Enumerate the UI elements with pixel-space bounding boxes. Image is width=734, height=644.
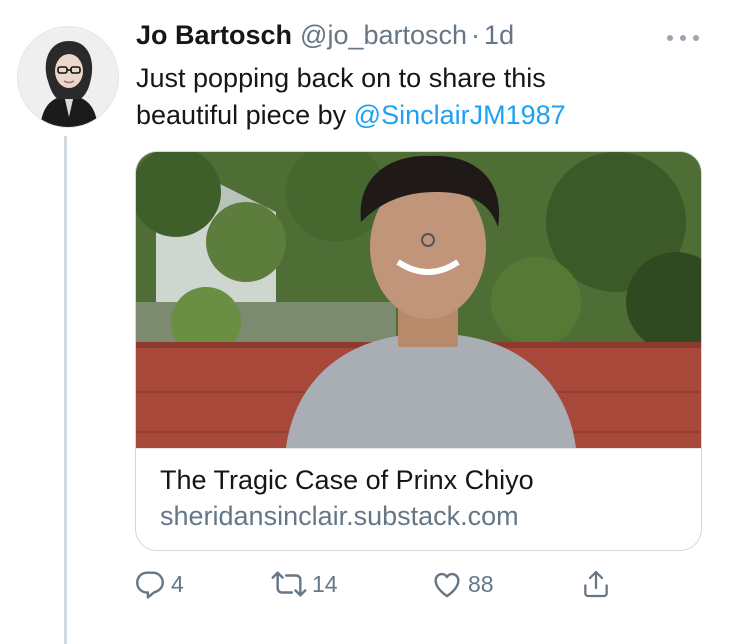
tweet-header: Jo Bartosch @jo_bartosch · 1d — [136, 20, 514, 60]
avatar-image — [18, 27, 118, 127]
tweet-text-line-1: Just popping back on to share this — [136, 63, 546, 93]
card-domain: sheridansinclair.substack.com — [160, 501, 519, 531]
retweet-count: 14 — [312, 570, 338, 597]
author-name[interactable]: Jo Bartosch — [136, 20, 292, 51]
link-card[interactable]: The Tragic Case of Prinx Chiyo sheridans… — [135, 151, 702, 551]
retweet-button[interactable]: 14 — [270, 566, 338, 602]
tweet-text-line-2: beautiful piece by @SinclairJM1987 — [136, 97, 716, 134]
share-icon — [584, 570, 608, 598]
author-handle[interactable]: @jo_bartosch — [300, 20, 467, 51]
mention-link[interactable]: @SinclairJM1987 — [354, 100, 566, 130]
share-button[interactable] — [580, 566, 612, 602]
tweet-text-prefix: beautiful piece by — [136, 100, 354, 130]
tweet-actions: 4 14 88 — [0, 566, 734, 602]
card-image — [136, 152, 701, 448]
avatar[interactable] — [17, 26, 119, 128]
like-icon — [434, 572, 460, 598]
card-body: The Tragic Case of Prinx Chiyo sheridans… — [136, 448, 701, 550]
reply-count: 4 — [171, 570, 184, 597]
retweet-icon — [271, 571, 307, 597]
card-title: The Tragic Case of Prinx Chiyo — [160, 465, 534, 495]
reply-icon — [136, 571, 164, 599]
like-button[interactable]: 88 — [430, 566, 494, 602]
more-icon[interactable] — [667, 30, 699, 46]
reply-button[interactable]: 4 — [133, 566, 184, 602]
tweet-timestamp[interactable]: 1d — [484, 20, 514, 51]
separator-dot: · — [471, 20, 481, 50]
like-count: 88 — [468, 570, 494, 597]
tweet-text: Just popping back on to share this beaut… — [136, 60, 716, 134]
